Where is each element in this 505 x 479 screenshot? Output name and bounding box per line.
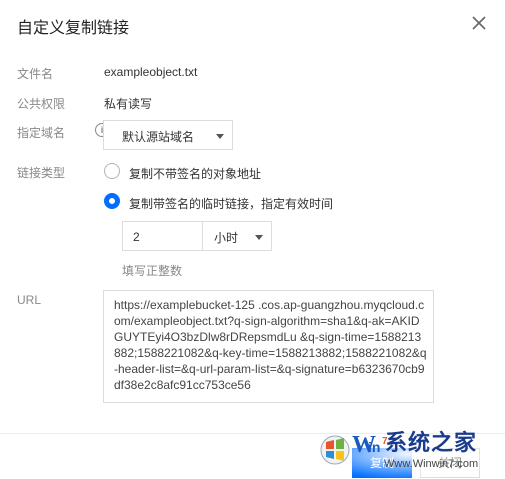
watermark-text: 系统之家 bbox=[385, 430, 478, 455]
radio-unsigned-url-label[interactable]: 复制不带签名的对象地址 bbox=[129, 165, 261, 182]
watermark-url: Www.Winwin7.com bbox=[384, 458, 479, 470]
radio-unsigned-url[interactable] bbox=[104, 163, 120, 179]
validity-input[interactable]: 2 bbox=[122, 221, 203, 251]
domain-select-value: 默认源站域名 bbox=[122, 130, 195, 144]
validity-unit-select[interactable]: 小时 bbox=[202, 221, 272, 251]
dialog-title: 自定义复制链接 bbox=[17, 20, 130, 37]
radio-signed-url-label[interactable]: 复制带签名的临时链接，指定有效时间 bbox=[129, 195, 333, 212]
file-name-label: 文件名 bbox=[17, 67, 54, 81]
validity-unit-value: 小时 bbox=[214, 231, 239, 245]
close-icon[interactable] bbox=[470, 14, 488, 32]
chevron-down-icon bbox=[216, 134, 224, 139]
domain-select[interactable]: 默认源站域名 bbox=[103, 120, 233, 150]
permission-label: 公共权限 bbox=[17, 97, 66, 111]
url-label: URL bbox=[17, 293, 42, 307]
copy-link-dialog: 自定义复制链接 文件名 exampleobject.txt 公共权限 私有读写 … bbox=[0, 0, 505, 479]
validity-hint: 填写正整数 bbox=[122, 264, 183, 278]
domain-label: 指定域名 bbox=[17, 126, 66, 140]
chevron-down-icon bbox=[255, 235, 263, 240]
permission-value: 私有读写 bbox=[104, 97, 153, 111]
radio-signed-url[interactable] bbox=[104, 193, 120, 209]
url-textarea[interactable]: https://examplebucket-125 .cos.ap-guangz… bbox=[103, 290, 434, 403]
link-type-label: 链接类型 bbox=[17, 166, 66, 180]
file-name-value: exampleobject.txt bbox=[104, 65, 198, 79]
